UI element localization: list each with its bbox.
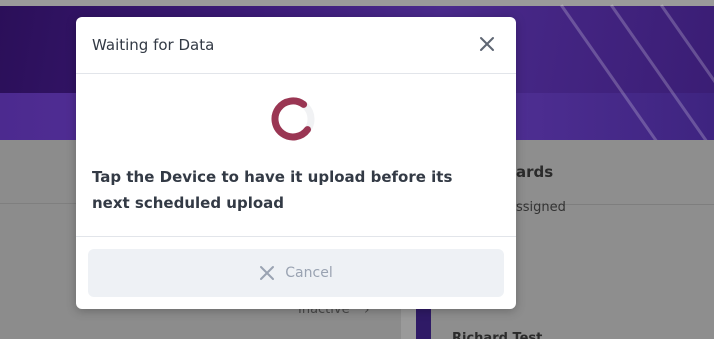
cancel-button-label: Cancel [285,265,333,281]
cards-panel-title: ards [516,163,554,181]
dialog-footer-divider [76,236,516,237]
dialog-header: Waiting for Data [76,17,516,74]
dialog-title: Waiting for Data [92,36,215,54]
cancel-button[interactable]: Cancel [88,249,504,297]
close-icon [260,266,275,280]
loading-spinner-icon [271,97,315,141]
close-icon [480,37,494,51]
app-screen: Inactive › ards ssigned Richard Test Wai… [0,0,714,339]
user-name: Richard Test [452,331,543,339]
waiting-for-data-dialog: Waiting for Data Tap the Device to have … [76,17,516,309]
dialog-message: Tap the Device to have it upload before … [92,168,453,212]
close-button[interactable] [478,35,496,53]
assigned-label: ssigned [516,200,566,215]
